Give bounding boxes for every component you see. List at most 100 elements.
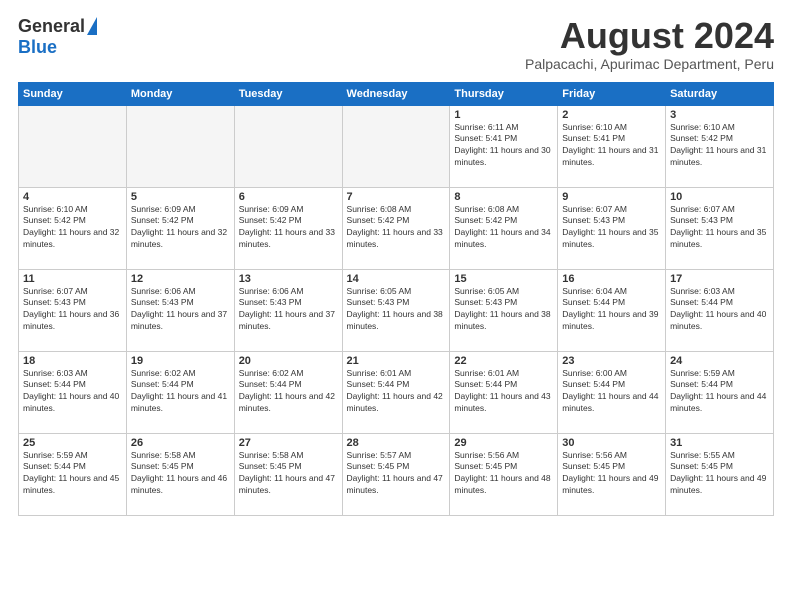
calendar-header-monday: Monday [126,82,234,105]
day-number: 28 [347,437,446,449]
day-number: 14 [347,273,446,285]
calendar-cell: 7 Sunrise: 6:08 AM Sunset: 5:42 PM Dayli… [342,187,450,269]
calendar-cell: 15 Sunrise: 6:05 AM Sunset: 5:43 PM Dayl… [450,269,558,351]
day-number: 20 [239,355,338,367]
day-number: 10 [670,191,769,203]
calendar-cell [234,105,342,187]
day-info: Sunrise: 6:02 AM Sunset: 5:44 PM Dayligh… [131,368,230,416]
calendar-cell: 1 Sunrise: 6:11 AM Sunset: 5:41 PM Dayli… [450,105,558,187]
day-info: Sunrise: 5:55 AM Sunset: 5:45 PM Dayligh… [670,450,769,498]
day-info: Sunrise: 6:06 AM Sunset: 5:43 PM Dayligh… [239,286,338,334]
day-info: Sunrise: 6:01 AM Sunset: 5:44 PM Dayligh… [454,368,553,416]
calendar-cell [342,105,450,187]
logo-triangle-icon [87,17,97,35]
header: General Blue August 2024 Palpacachi, Apu… [18,16,774,72]
calendar-cell: 11 Sunrise: 6:07 AM Sunset: 5:43 PM Dayl… [19,269,127,351]
day-number: 15 [454,273,553,285]
calendar-week-row: 1 Sunrise: 6:11 AM Sunset: 5:41 PM Dayli… [19,105,774,187]
day-number: 21 [347,355,446,367]
calendar-cell [126,105,234,187]
day-info: Sunrise: 5:59 AM Sunset: 5:44 PM Dayligh… [23,450,122,498]
day-info: Sunrise: 6:05 AM Sunset: 5:43 PM Dayligh… [347,286,446,334]
calendar-cell: 12 Sunrise: 6:06 AM Sunset: 5:43 PM Dayl… [126,269,234,351]
day-number: 13 [239,273,338,285]
day-info: Sunrise: 6:09 AM Sunset: 5:42 PM Dayligh… [131,204,230,252]
calendar-week-row: 11 Sunrise: 6:07 AM Sunset: 5:43 PM Dayl… [19,269,774,351]
day-info: Sunrise: 6:10 AM Sunset: 5:42 PM Dayligh… [23,204,122,252]
calendar-cell: 9 Sunrise: 6:07 AM Sunset: 5:43 PM Dayli… [558,187,666,269]
calendar-cell: 22 Sunrise: 6:01 AM Sunset: 5:44 PM Dayl… [450,351,558,433]
calendar-header-row: SundayMondayTuesdayWednesdayThursdayFrid… [19,82,774,105]
day-info: Sunrise: 5:56 AM Sunset: 5:45 PM Dayligh… [454,450,553,498]
title-block: August 2024 Palpacachi, Apurimac Departm… [525,16,774,72]
calendar-cell: 20 Sunrise: 6:02 AM Sunset: 5:44 PM Dayl… [234,351,342,433]
day-number: 22 [454,355,553,367]
day-info: Sunrise: 6:06 AM Sunset: 5:43 PM Dayligh… [131,286,230,334]
day-number: 9 [562,191,661,203]
calendar-cell: 8 Sunrise: 6:08 AM Sunset: 5:42 PM Dayli… [450,187,558,269]
calendar-header-tuesday: Tuesday [234,82,342,105]
day-number: 30 [562,437,661,449]
logo: General Blue [18,16,97,58]
day-info: Sunrise: 6:03 AM Sunset: 5:44 PM Dayligh… [23,368,122,416]
calendar-cell: 30 Sunrise: 5:56 AM Sunset: 5:45 PM Dayl… [558,433,666,515]
day-info: Sunrise: 6:08 AM Sunset: 5:42 PM Dayligh… [347,204,446,252]
calendar-week-row: 25 Sunrise: 5:59 AM Sunset: 5:44 PM Dayl… [19,433,774,515]
calendar-cell: 24 Sunrise: 5:59 AM Sunset: 5:44 PM Dayl… [666,351,774,433]
calendar-cell [19,105,127,187]
calendar-cell: 26 Sunrise: 5:58 AM Sunset: 5:45 PM Dayl… [126,433,234,515]
day-info: Sunrise: 6:07 AM Sunset: 5:43 PM Dayligh… [23,286,122,334]
day-number: 29 [454,437,553,449]
day-info: Sunrise: 6:10 AM Sunset: 5:42 PM Dayligh… [670,122,769,170]
day-info: Sunrise: 6:00 AM Sunset: 5:44 PM Dayligh… [562,368,661,416]
day-info: Sunrise: 6:01 AM Sunset: 5:44 PM Dayligh… [347,368,446,416]
day-info: Sunrise: 5:58 AM Sunset: 5:45 PM Dayligh… [239,450,338,498]
calendar-cell: 10 Sunrise: 6:07 AM Sunset: 5:43 PM Dayl… [666,187,774,269]
calendar-cell: 29 Sunrise: 5:56 AM Sunset: 5:45 PM Dayl… [450,433,558,515]
calendar-cell: 19 Sunrise: 6:02 AM Sunset: 5:44 PM Dayl… [126,351,234,433]
calendar-cell: 23 Sunrise: 6:00 AM Sunset: 5:44 PM Dayl… [558,351,666,433]
day-info: Sunrise: 5:57 AM Sunset: 5:45 PM Dayligh… [347,450,446,498]
day-number: 27 [239,437,338,449]
day-info: Sunrise: 6:05 AM Sunset: 5:43 PM Dayligh… [454,286,553,334]
calendar-cell: 21 Sunrise: 6:01 AM Sunset: 5:44 PM Dayl… [342,351,450,433]
calendar-cell: 4 Sunrise: 6:10 AM Sunset: 5:42 PM Dayli… [19,187,127,269]
day-info: Sunrise: 6:07 AM Sunset: 5:43 PM Dayligh… [670,204,769,252]
day-number: 5 [131,191,230,203]
calendar-header-wednesday: Wednesday [342,82,450,105]
day-info: Sunrise: 6:03 AM Sunset: 5:44 PM Dayligh… [670,286,769,334]
day-info: Sunrise: 6:11 AM Sunset: 5:41 PM Dayligh… [454,122,553,170]
logo-blue-text: Blue [18,37,57,58]
day-number: 31 [670,437,769,449]
logo-general-text: General [18,16,85,37]
day-info: Sunrise: 6:08 AM Sunset: 5:42 PM Dayligh… [454,204,553,252]
calendar-cell: 6 Sunrise: 6:09 AM Sunset: 5:42 PM Dayli… [234,187,342,269]
calendar-cell: 27 Sunrise: 5:58 AM Sunset: 5:45 PM Dayl… [234,433,342,515]
calendar-header-thursday: Thursday [450,82,558,105]
day-number: 2 [562,109,661,121]
calendar-header-friday: Friday [558,82,666,105]
day-number: 24 [670,355,769,367]
day-info: Sunrise: 5:56 AM Sunset: 5:45 PM Dayligh… [562,450,661,498]
page: General Blue August 2024 Palpacachi, Apu… [0,0,792,612]
day-number: 25 [23,437,122,449]
calendar-header-saturday: Saturday [666,82,774,105]
day-number: 1 [454,109,553,121]
day-info: Sunrise: 5:58 AM Sunset: 5:45 PM Dayligh… [131,450,230,498]
day-number: 18 [23,355,122,367]
day-info: Sunrise: 6:02 AM Sunset: 5:44 PM Dayligh… [239,368,338,416]
day-number: 17 [670,273,769,285]
calendar-cell: 16 Sunrise: 6:04 AM Sunset: 5:44 PM Dayl… [558,269,666,351]
calendar-cell: 17 Sunrise: 6:03 AM Sunset: 5:44 PM Dayl… [666,269,774,351]
day-number: 26 [131,437,230,449]
day-number: 19 [131,355,230,367]
calendar-cell: 5 Sunrise: 6:09 AM Sunset: 5:42 PM Dayli… [126,187,234,269]
day-number: 23 [562,355,661,367]
calendar-cell: 28 Sunrise: 5:57 AM Sunset: 5:45 PM Dayl… [342,433,450,515]
location-title: Palpacachi, Apurimac Department, Peru [525,56,774,72]
day-info: Sunrise: 6:07 AM Sunset: 5:43 PM Dayligh… [562,204,661,252]
calendar-cell: 14 Sunrise: 6:05 AM Sunset: 5:43 PM Dayl… [342,269,450,351]
day-info: Sunrise: 5:59 AM Sunset: 5:44 PM Dayligh… [670,368,769,416]
calendar-week-row: 4 Sunrise: 6:10 AM Sunset: 5:42 PM Dayli… [19,187,774,269]
calendar-cell: 18 Sunrise: 6:03 AM Sunset: 5:44 PM Dayl… [19,351,127,433]
